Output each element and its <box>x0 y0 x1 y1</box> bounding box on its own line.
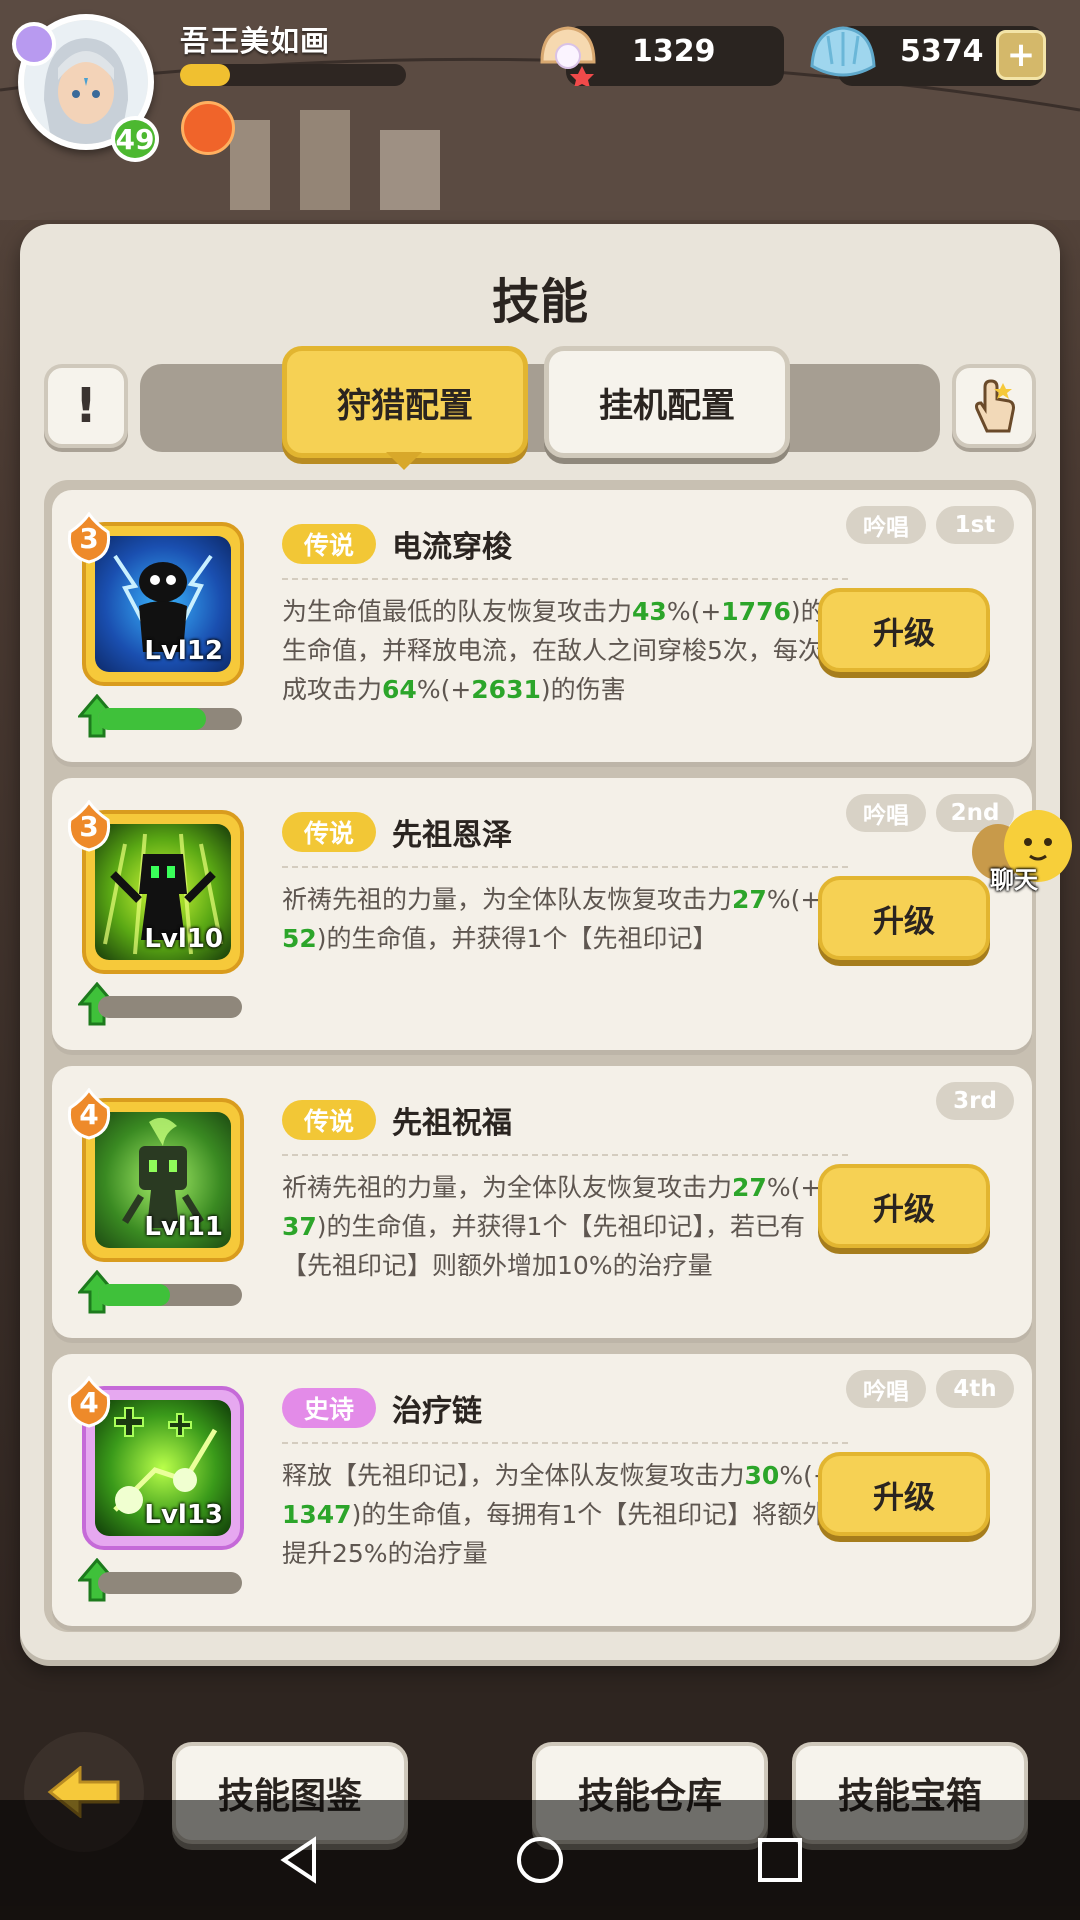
skill-description: 祈祷先祖的力量，为全体队友恢复攻击力27%(+752)的生命值，并获得1个【先祖… <box>282 880 848 958</box>
nav-recents-icon[interactable] <box>754 1834 806 1886</box>
skill-description: 祈祷先祖的力量，为全体队友恢复攻击力27%(+937)的生命值，并获得1个【先祖… <box>282 1168 848 1285</box>
desc-text: )的伤害 <box>540 675 626 704</box>
order-tag: 3rd <box>936 1082 1014 1120</box>
skill-card: Lvl10 3 传说 先祖恩泽 吟唱 2nd 祈祷先祖的力量，为全体队友恢复攻击… <box>52 778 1032 1050</box>
tab-track <box>140 364 940 452</box>
skill-level: Lvl11 <box>144 1212 223 1242</box>
upgrade-button[interactable]: 升级 <box>818 588 990 672</box>
skill-description: 释放【先祖印记】，为全体队友恢复攻击力30%(+1347)的生命值，每拥有1个【… <box>282 1456 848 1573</box>
star-count-badge <box>67 512 111 564</box>
skill-card: Lvl13 4 史诗 治疗链 吟唱 4th 释放【先祖印记】，为全体队友恢复攻击… <box>52 1354 1032 1626</box>
divider <box>282 1154 848 1156</box>
skill-progress-bar <box>98 708 242 730</box>
skill-description: 为生命值最低的队友恢复攻击力43%(+1776)的生命值，并释放电流，在敌人之间… <box>282 592 848 709</box>
lightning-skill-icon: Lvl12 <box>95 536 231 672</box>
upgrade-button[interactable]: 升级 <box>818 1452 990 1536</box>
order-tag: 4th <box>936 1370 1014 1408</box>
divider <box>282 866 848 868</box>
skill-level: Lvl10 <box>144 924 223 954</box>
desc-text: )的生命值，并获得1个【先祖印记】 <box>316 924 718 953</box>
skill-level: Lvl12 <box>144 636 223 666</box>
desc-value: 1347 <box>282 1500 352 1529</box>
skill-name: 治疗链 <box>392 1394 482 1429</box>
desc-text: 祈祷先祖的力量，为全体队友恢复攻击力 <box>282 1173 733 1202</box>
order-tag: 1st <box>936 506 1014 544</box>
chant-tag: 吟唱 <box>846 1370 926 1408</box>
divider <box>282 578 848 580</box>
skill-name: 电流穿梭 <box>392 530 512 565</box>
clam-shell-icon <box>810 26 876 77</box>
divider <box>282 1442 848 1444</box>
skill-card: Lvl11 4 传说 先祖祝福 3rd 祈祷先祖的力量，为全体队友恢复攻击力27… <box>52 1066 1032 1338</box>
tap-hand-icon[interactable] <box>952 364 1036 448</box>
upgrade-button[interactable]: 升级 <box>818 876 990 960</box>
desc-text: %(+ <box>766 885 822 914</box>
tab-hunt-config[interactable]: 狩猎配置 <box>282 346 528 458</box>
skill-progress-bar <box>98 1284 242 1306</box>
exclamation-icon[interactable]: ! <box>44 364 128 448</box>
desc-value: 27 <box>732 885 767 914</box>
panel-title: 技能 <box>491 274 588 330</box>
guild-icon[interactable] <box>181 101 235 155</box>
nav-home-icon[interactable] <box>514 1834 566 1886</box>
upgrade-button[interactable]: 升级 <box>818 1164 990 1248</box>
pearl-count: 1329 <box>632 34 716 69</box>
skill-name: 先祖祝福 <box>392 1106 512 1141</box>
desc-text: 释放【先祖印记】，为全体队友恢复攻击力 <box>282 1461 745 1490</box>
xp-bar <box>180 64 406 86</box>
desc-value: 1776 <box>721 597 791 626</box>
rarity-badge: 传说 <box>282 812 376 852</box>
skill-name: 先祖恩泽 <box>392 818 512 853</box>
nav-back-icon[interactable] <box>274 1834 326 1886</box>
skill-card: Lvl12 3 传说 电流穿梭 吟唱 1st 为生命值最低的队友恢复攻击力43%… <box>52 490 1032 762</box>
chat-label[interactable]: 聊天 <box>990 860 1038 895</box>
desc-text: %(+ <box>766 1173 822 1202</box>
tab-pointer <box>386 452 422 470</box>
desc-text: )的生命值，并获得1个【先祖印记】，若已有【先祖印记】则额外增加10%的治疗量 <box>282 1212 805 1280</box>
star-count-badge <box>67 1376 111 1428</box>
rarity-badge: 史诗 <box>282 1388 376 1428</box>
desc-value: 64 <box>382 675 417 704</box>
star-count-badge <box>67 800 111 852</box>
pearl-shell-icon <box>540 26 596 86</box>
desc-text: 祈祷先祖的力量，为全体队友恢复攻击力 <box>282 885 733 914</box>
desc-value: 43 <box>632 597 667 626</box>
vip-icon <box>12 22 56 66</box>
shell-count: 5374 <box>900 34 984 69</box>
desc-value: 2631 <box>471 675 541 704</box>
chant-tag: 吟唱 <box>846 794 926 832</box>
skill-progress-bar <box>98 1572 242 1594</box>
healing-chain-skill-icon: Lvl13 <box>95 1400 231 1536</box>
player-level-badge: 49 <box>111 116 159 162</box>
player-name: 吾王美如画 <box>180 24 331 58</box>
skill-progress-bar <box>98 996 242 1018</box>
desc-value: 27 <box>732 1173 767 1202</box>
desc-text: 为生命值最低的队友恢复攻击力 <box>282 597 633 626</box>
star-count-badge <box>67 1088 111 1140</box>
ancestor-grace-skill-icon: Lvl10 <box>95 824 231 960</box>
chant-tag: 吟唱 <box>846 506 926 544</box>
desc-text: )的生命值，每拥有1个【先祖印记】将额外提升25%的治疗量 <box>282 1500 828 1568</box>
desc-value: 30 <box>744 1461 780 1490</box>
skill-level: Lvl13 <box>144 1500 223 1530</box>
ancestor-blessing-skill-icon: Lvl11 <box>95 1112 231 1248</box>
desc-text: %(+ <box>416 675 472 704</box>
desc-text: %(+ <box>666 597 722 626</box>
tab-idle-config[interactable]: 挂机配置 <box>544 346 790 458</box>
add-currency-button[interactable]: + <box>996 30 1046 80</box>
rarity-badge: 传说 <box>282 524 376 564</box>
rarity-badge: 传说 <box>282 1100 376 1140</box>
